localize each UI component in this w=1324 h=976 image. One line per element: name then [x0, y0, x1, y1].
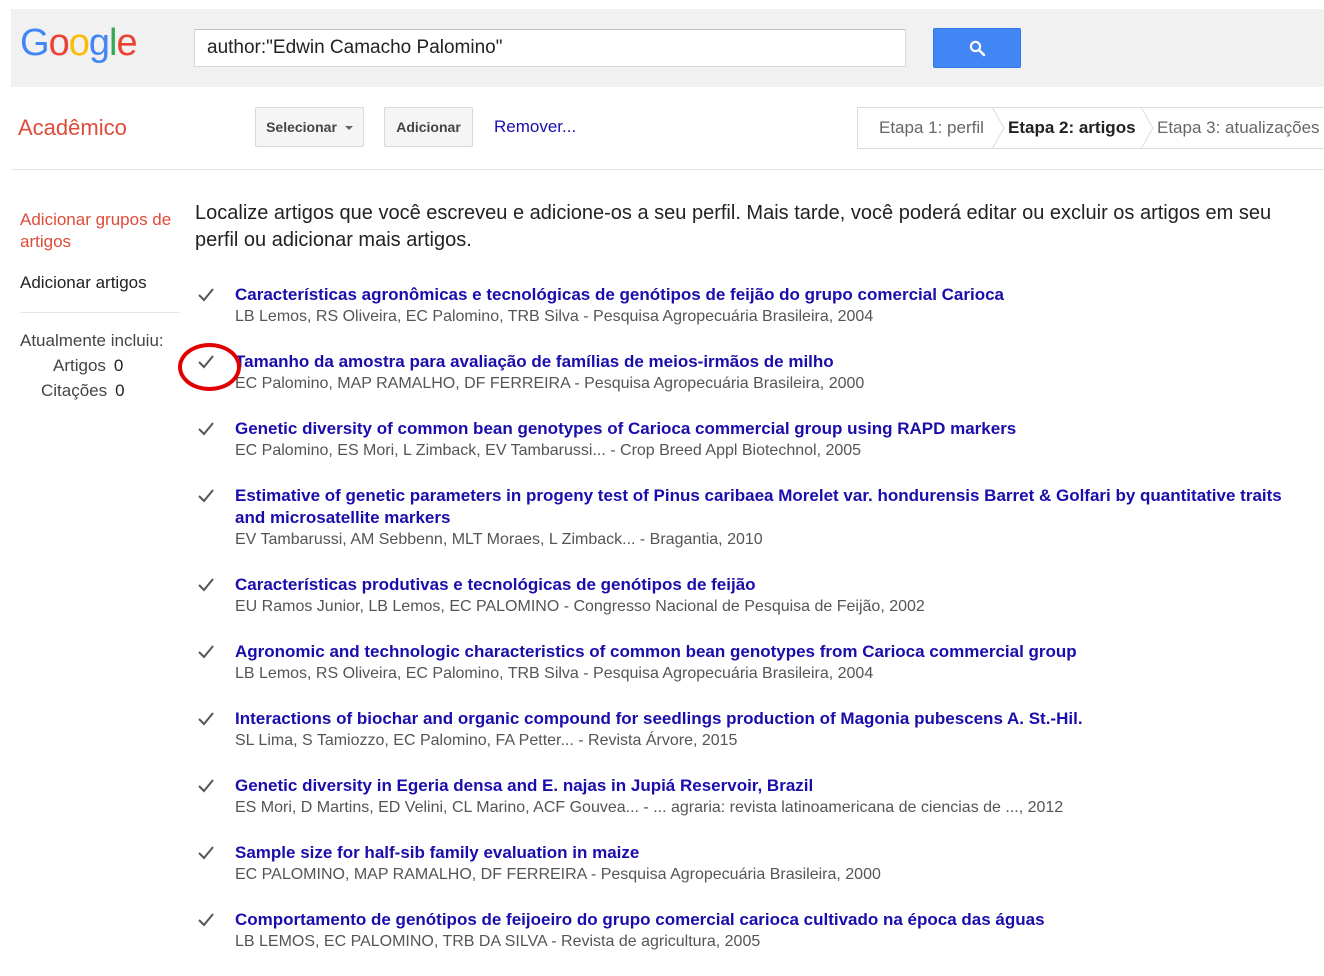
list-item: Interactions of biochar and organic comp… — [195, 708, 1305, 752]
checkbox-checked-icon[interactable] — [195, 418, 217, 440]
article-title[interactable]: Sample size for half-sib family evaluati… — [235, 842, 1305, 864]
checkbox-checked-icon[interactable] — [195, 708, 217, 730]
search-button[interactable] — [933, 28, 1021, 68]
top-bar: Google — [11, 9, 1324, 87]
citations-count: 0 — [115, 381, 125, 400]
add-button-label: Adicionar — [396, 119, 461, 135]
list-item: Características agronômicas e tecnológic… — [195, 284, 1305, 328]
list-item: Genetic diversity of common bean genotyp… — [195, 418, 1305, 462]
intro-text: Localize artigos que você escreveu e adi… — [195, 202, 1272, 251]
checkbox-checked-icon[interactable] — [195, 909, 217, 931]
article-title[interactable]: Características produtivas e tecnológica… — [235, 574, 1305, 596]
sidebar-item-add-groups[interactable]: Adicionar grupos de artigos — [20, 209, 180, 253]
sidebar-item-add-articles: Adicionar artigos — [20, 273, 147, 292]
article-title[interactable]: Genetic diversity of common bean genotyp… — [235, 418, 1305, 440]
citations-count-label: Citações — [41, 381, 108, 400]
search-input[interactable] — [194, 29, 906, 67]
checkbox-checked-icon[interactable] — [195, 842, 217, 864]
articles-count: 0 — [113, 356, 124, 375]
list-item: Sample size for half-sib family evaluati… — [195, 842, 1305, 886]
article-meta: LB Lemos, RS Oliveira, EC Palomino, TRB … — [235, 308, 874, 325]
article-meta: EV Tambarussi, AM Sebbenn, MLT Moraes, L… — [235, 531, 763, 548]
scholar-brand[interactable]: Acadêmico — [18, 115, 127, 141]
article-meta: LB LEMOS, EC PALOMINO, TRB DA SILVA - Re… — [235, 933, 761, 950]
article-meta: EC Palomino, MAP RAMALHO, DF FERREIRA - … — [235, 375, 865, 392]
chevron-down-icon — [344, 126, 353, 130]
select-button[interactable]: Selecionar — [255, 107, 364, 147]
step-articles: Etapa 2: artigos — [1008, 118, 1136, 137]
article-meta: EC PALOMINO, MAP RAMALHO, DF FERREIRA - … — [235, 866, 881, 883]
step-updates[interactable]: Etapa 3: atualizações — [1157, 118, 1320, 138]
article-meta: ES Mori, D Martins, ED Velini, CL Marino… — [235, 799, 1064, 816]
checkbox-checked-icon[interactable] — [195, 284, 217, 306]
list-item: Tamanho da amostra para avaliação de fam… — [195, 351, 1305, 395]
article-title[interactable]: Tamanho da amostra para avaliação de fam… — [235, 351, 1305, 373]
checkbox-checked-icon[interactable] — [195, 485, 217, 507]
list-item: Agronomic and technologic characteristic… — [195, 641, 1305, 685]
includes-label: Atualmente incluiu: — [20, 331, 164, 350]
articles-count-label: Artigos — [53, 356, 106, 375]
sidebar-stats: Atualmente incluiu: Artigos 0 Citações 0 — [20, 328, 180, 403]
select-button-label: Selecionar — [266, 119, 337, 135]
add-button[interactable]: Adicionar — [384, 107, 473, 147]
article-meta: LB Lemos, RS Oliveira, EC Palomino, TRB … — [235, 665, 874, 682]
checkbox-checked-icon[interactable] — [195, 574, 217, 596]
google-logo[interactable]: Google — [20, 22, 138, 65]
highlight-circle — [178, 343, 241, 391]
list-item: Genetic diversity in Egeria densa and E.… — [195, 775, 1305, 819]
step-profile[interactable]: Etapa 1: perfil — [879, 118, 984, 138]
remove-link[interactable]: Remover... — [494, 117, 576, 137]
article-title[interactable]: Interactions of biochar and organic comp… — [235, 708, 1305, 730]
article-title[interactable]: Estimative of genetic parameters in prog… — [235, 485, 1305, 529]
article-list: Características agronômicas e tecnológic… — [195, 284, 1305, 976]
step-separator-icon — [991, 107, 1005, 149]
article-meta: SL Lima, S Tamiozzo, EC Palomino, FA Pet… — [235, 732, 738, 749]
article-title[interactable]: Características agronômicas e tecnológic… — [235, 284, 1305, 306]
article-title[interactable]: Agronomic and technologic characteristic… — [235, 641, 1305, 663]
article-title[interactable]: Comportamento de genótipos de feijoeiro … — [235, 909, 1305, 931]
sidebar: Adicionar grupos de artigos Adicionar ar… — [20, 209, 180, 403]
checkbox-checked-icon[interactable] — [195, 641, 217, 663]
step-separator-icon — [1140, 107, 1154, 149]
checkbox-checked-icon[interactable] — [195, 775, 217, 797]
toolbar: Acadêmico Selecionar Adicionar Remover..… — [11, 87, 1324, 170]
article-meta: EU Ramos Junior, LB Lemos, EC PALOMINO -… — [235, 598, 925, 615]
list-item: Comportamento de genótipos de feijoeiro … — [195, 909, 1305, 953]
list-item: Características produtivas e tecnológica… — [195, 574, 1305, 618]
sidebar-divider — [20, 312, 180, 313]
article-meta: EC Palomino, ES Mori, L Zimback, EV Tamb… — [235, 442, 862, 459]
article-title[interactable]: Genetic diversity in Egeria densa and E.… — [235, 775, 1305, 797]
list-item: Estimative of genetic parameters in prog… — [195, 485, 1305, 551]
steps-breadcrumb: Etapa 1: perfil Etapa 2: artigos Etapa 3… — [857, 107, 1324, 149]
search-icon — [969, 40, 985, 56]
